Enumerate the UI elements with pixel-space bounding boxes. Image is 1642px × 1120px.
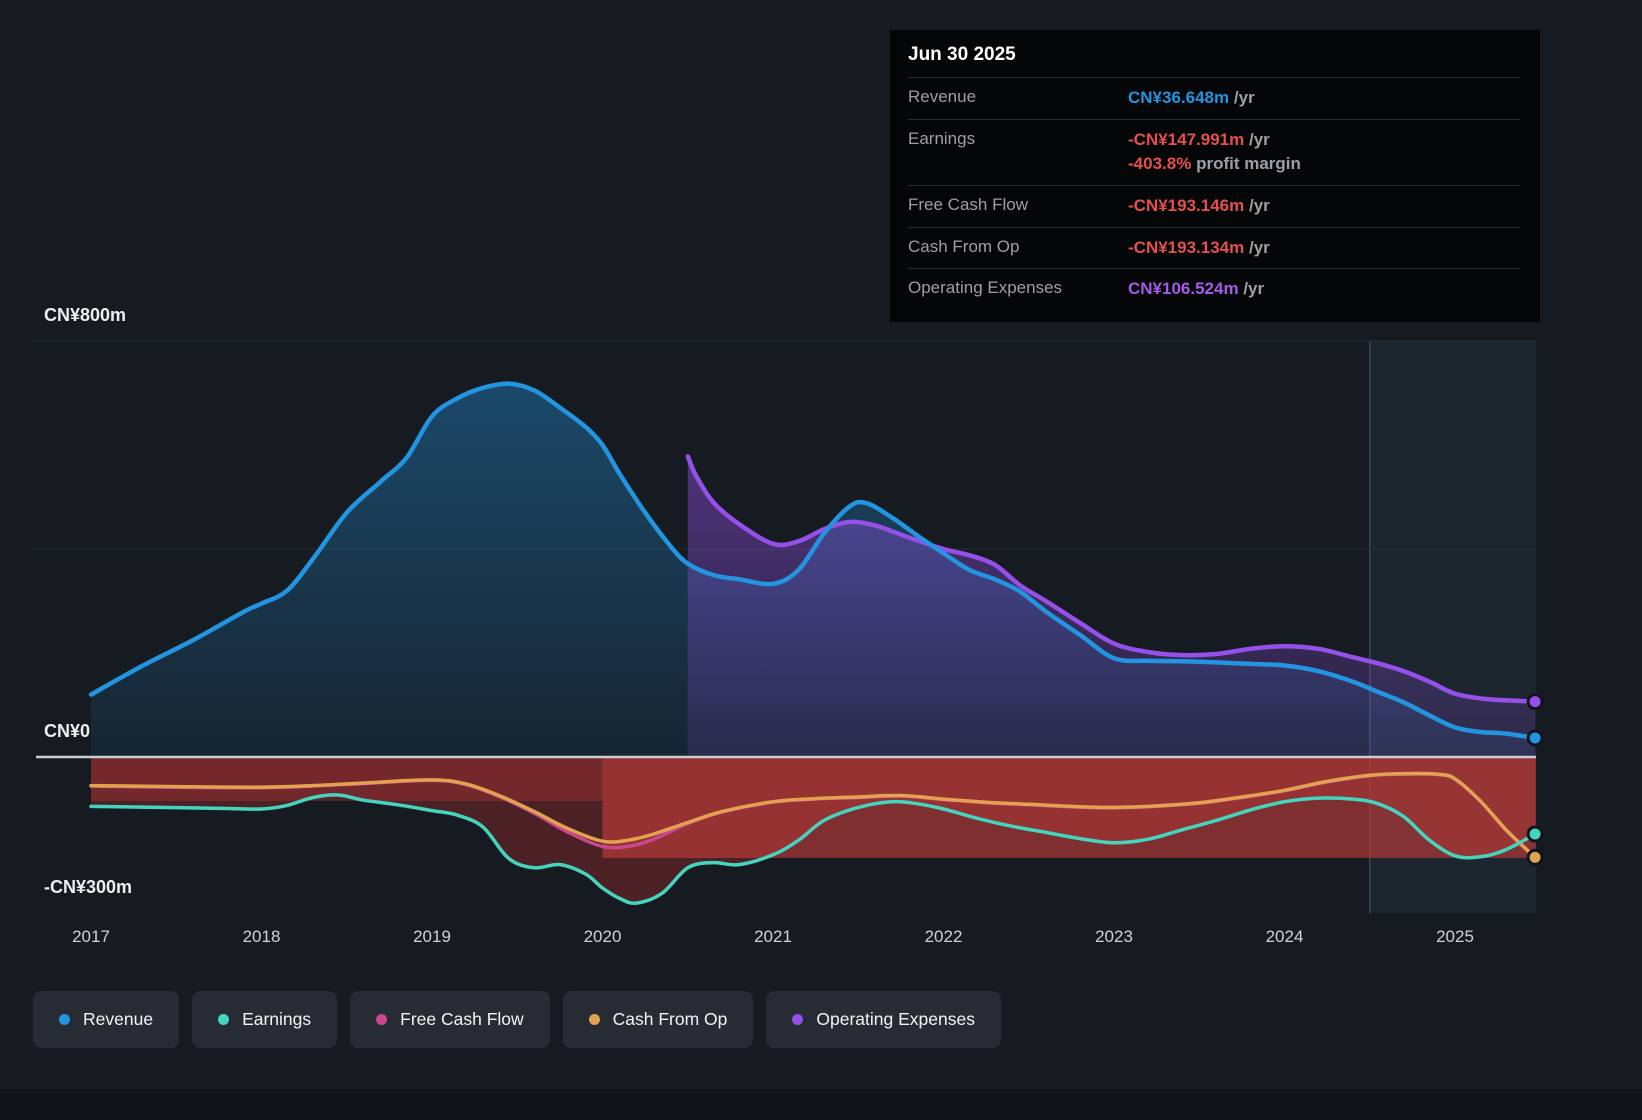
free-cash-flow-legend-dot-icon: [376, 1014, 388, 1025]
y-axis-label-neg300m: -CN¥300m: [44, 877, 133, 897]
tooltip-row-earnings: Earnings -CN¥147.991m /yr -403.8% profit…: [908, 118, 1520, 185]
loss-band-past: [91, 757, 603, 801]
cash-from-op-legend-dot-icon: [588, 1014, 600, 1025]
x-axis: 2017 2018 2019 2020 2021 2022 2023 2024 2025: [0, 927, 1642, 951]
tooltip-row-cash-from-op: Cash From Op -CN¥193.134m /yr: [908, 226, 1520, 269]
revenue-endpoint-dot: [1526, 729, 1544, 747]
x-axis-label-2018: 2018: [242, 927, 281, 946]
tooltip-date: Jun 30 2025: [908, 44, 1016, 65]
tooltip-label-free-cash-flow: Free Cash Flow: [908, 194, 1028, 214]
earnings-endpoint-dot: [1526, 825, 1544, 843]
legend-label: Earnings: [242, 1009, 312, 1029]
legend-item-operating-expenses[interactable]: Operating Expenses: [766, 991, 1001, 1048]
earnings-revenue-history-chart: CN¥800m CN¥0 -CN¥300m 2017 2018 2019 2020 20…: [0, 0, 1642, 1120]
cash-from-op-endpoint-dot: [1526, 848, 1544, 866]
x-axis-label-2025: 2025: [1436, 927, 1474, 946]
x-axis-label-2021: 2021: [754, 927, 792, 946]
tooltip-value-revenue: CN¥36.648m /yr: [1128, 88, 1255, 107]
chart-legend: Revenue Earnings Free Cash Flow Cash From O…: [33, 991, 1001, 1048]
x-axis-label-2024: 2024: [1265, 927, 1304, 946]
legend-item-revenue[interactable]: Revenue: [33, 991, 180, 1048]
tooltip-label-operating-expenses: Operating Expenses: [908, 278, 1063, 298]
tooltip-value-earnings: -CN¥147.991m /yr -403.8% profit margin: [1128, 128, 1301, 177]
profit-margin-line: -403.8% profit margin: [1128, 154, 1301, 174]
tooltip-value-operating-expenses: CN¥106.524m /yr: [1128, 279, 1265, 299]
tooltip-row-revenue: Revenue CN¥36.648m /yr: [908, 77, 1520, 119]
legend-item-cash-from-op[interactable]: Cash From Op: [562, 991, 754, 1048]
x-axis-label-2022: 2022: [924, 927, 963, 946]
tooltip-row-operating-expenses: Operating Expenses CN¥106.524m /yr: [908, 268, 1520, 310]
legend-item-earnings[interactable]: Earnings: [192, 991, 338, 1048]
tooltip-label-cash-from-op: Cash From Op: [908, 236, 1020, 256]
x-axis-label-2019: 2019: [413, 927, 451, 946]
y-axis-label-0: CN¥0: [44, 721, 91, 741]
x-axis-label-2017: 2017: [72, 927, 110, 946]
y-axis-label-800m: CN¥800m: [44, 305, 127, 325]
x-axis-label-2020: 2020: [583, 927, 622, 946]
tooltip-label-revenue: Revenue: [908, 87, 977, 106]
tooltip-value-free-cash-flow: -CN¥193.146m /yr: [1128, 195, 1270, 215]
tooltip-label-earnings: Earnings: [908, 128, 976, 148]
operating-expenses-legend-dot-icon: [792, 1014, 804, 1025]
operating-expenses-endpoint-dot: [1526, 693, 1544, 711]
tooltip-value-cash-from-op: -CN¥193.134m /yr: [1128, 237, 1270, 257]
chart-tooltip: Jun 30 2025 Revenue CN¥36.648m /yr Earni…: [890, 30, 1540, 322]
gridlines: [33, 340, 1536, 550]
earnings-legend-dot-icon: [218, 1014, 230, 1025]
legend-label: Revenue: [83, 1009, 154, 1029]
legend-item-free-cash-flow[interactable]: Free Cash Flow: [350, 991, 550, 1048]
tooltip-row-free-cash-flow: Free Cash Flow -CN¥193.146m /yr: [908, 184, 1520, 227]
x-axis-label-2023: 2023: [1095, 927, 1133, 946]
legend-label: Cash From Op: [612, 1009, 728, 1029]
footer-strip: [0, 1089, 1642, 1120]
legend-label: Free Cash Flow: [400, 1009, 524, 1029]
legend-label: Operating Expenses: [816, 1009, 975, 1029]
revenue-legend-dot-icon: [59, 1014, 70, 1025]
